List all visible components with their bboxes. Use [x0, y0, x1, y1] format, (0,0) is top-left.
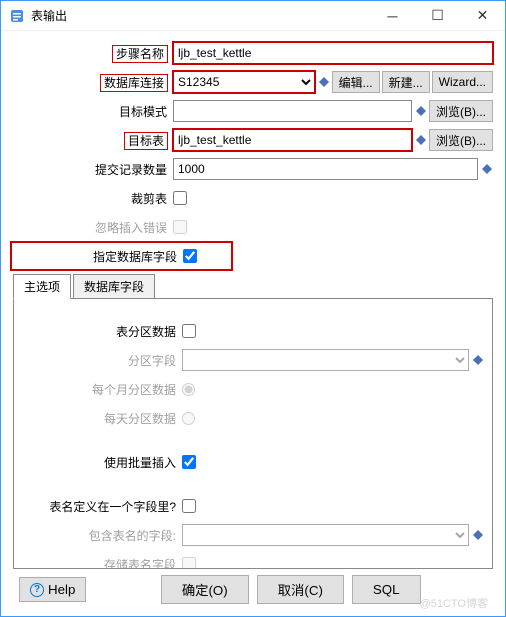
titlebar: 表输出 ─ ☐ ✕	[1, 1, 505, 31]
table-in-field-label: 表名定义在一个字段里?	[22, 498, 182, 515]
main-tab-panel: 表分区数据 分区字段 每个月分区数据 每天分区数据 使用批量插入	[13, 298, 493, 569]
daily-label: 每天分区数据	[22, 410, 182, 427]
ok-button[interactable]: 确定(O)	[161, 575, 249, 604]
target-table-label: 目标表	[13, 132, 173, 149]
new-button[interactable]: 新建...	[382, 71, 430, 93]
minimize-button[interactable]: ─	[370, 1, 415, 30]
app-icon	[9, 8, 25, 24]
monthly-radio	[182, 383, 195, 396]
browse-schema-button[interactable]: 浏览(B)...	[429, 100, 493, 122]
truncate-label: 裁剪表	[13, 190, 173, 207]
store-table-name-checkbox	[182, 557, 196, 569]
step-name-label: 步骤名称	[13, 45, 173, 62]
window-title: 表输出	[31, 7, 370, 24]
window-buttons: ─ ☐ ✕	[370, 1, 505, 30]
diamond-icon[interactable]	[415, 105, 427, 117]
target-schema-input[interactable]	[173, 100, 412, 122]
diamond-icon[interactable]	[415, 134, 427, 146]
db-conn-select[interactable]: S12345	[173, 71, 315, 93]
table-output-dialog: 表输出 ─ ☐ ✕ 步骤名称 数据库连接 S12345 编辑... 新建... …	[0, 0, 506, 617]
partition-field-select	[182, 349, 469, 371]
commit-size-label: 提交记录数量	[13, 161, 173, 178]
batch-insert-checkbox[interactable]	[182, 455, 196, 469]
step-name-input[interactable]	[173, 42, 493, 64]
db-conn-label: 数据库连接	[13, 74, 173, 91]
partition-field-label: 分区字段	[22, 352, 182, 369]
maximize-button[interactable]: ☐	[415, 1, 460, 30]
monthly-label: 每个月分区数据	[22, 381, 182, 398]
specify-fields-checkbox[interactable]	[183, 249, 197, 263]
specify-fields-label: 指定数据库字段	[13, 248, 183, 265]
help-icon: ?	[30, 583, 44, 597]
browse-table-button[interactable]: 浏览(B)...	[429, 129, 493, 151]
tab-main[interactable]: 主选项	[13, 274, 71, 299]
commit-size-input[interactable]	[173, 158, 478, 180]
help-label: Help	[48, 582, 75, 597]
target-schema-label: 目标模式	[13, 103, 173, 120]
partition-checkbox[interactable]	[182, 324, 196, 338]
bottom-bar: ? Help 确定(O) 取消(C) SQL	[13, 569, 493, 610]
diamond-icon[interactable]	[472, 529, 484, 541]
daily-radio	[182, 412, 195, 425]
diamond-icon[interactable]	[318, 76, 330, 88]
partition-label: 表分区数据	[22, 323, 182, 340]
help-button[interactable]: ? Help	[19, 577, 86, 602]
close-button[interactable]: ✕	[460, 1, 505, 30]
target-table-input[interactable]	[173, 129, 412, 151]
table-name-field-label: 包含表名的字段:	[22, 527, 182, 544]
truncate-checkbox[interactable]	[173, 191, 187, 205]
cancel-button[interactable]: 取消(C)	[257, 575, 344, 604]
wizard-button[interactable]: Wizard...	[432, 71, 493, 93]
diamond-icon[interactable]	[472, 354, 484, 366]
batch-insert-label: 使用批量插入	[22, 454, 182, 471]
store-table-name-label: 存储表名字段	[22, 556, 182, 570]
ignore-errors-checkbox	[173, 220, 187, 234]
tab-strip: 主选项 数据库字段	[13, 274, 493, 299]
diamond-icon[interactable]	[481, 163, 493, 175]
sql-button[interactable]: SQL	[352, 575, 421, 604]
table-in-field-checkbox[interactable]	[182, 499, 196, 513]
edit-button[interactable]: 编辑...	[332, 71, 380, 93]
tab-db-fields[interactable]: 数据库字段	[73, 274, 155, 299]
ignore-errors-label: 忽略插入错误	[13, 219, 173, 236]
content-area: 步骤名称 数据库连接 S12345 编辑... 新建... Wizard... …	[1, 31, 505, 616]
table-name-field-select	[182, 524, 469, 546]
